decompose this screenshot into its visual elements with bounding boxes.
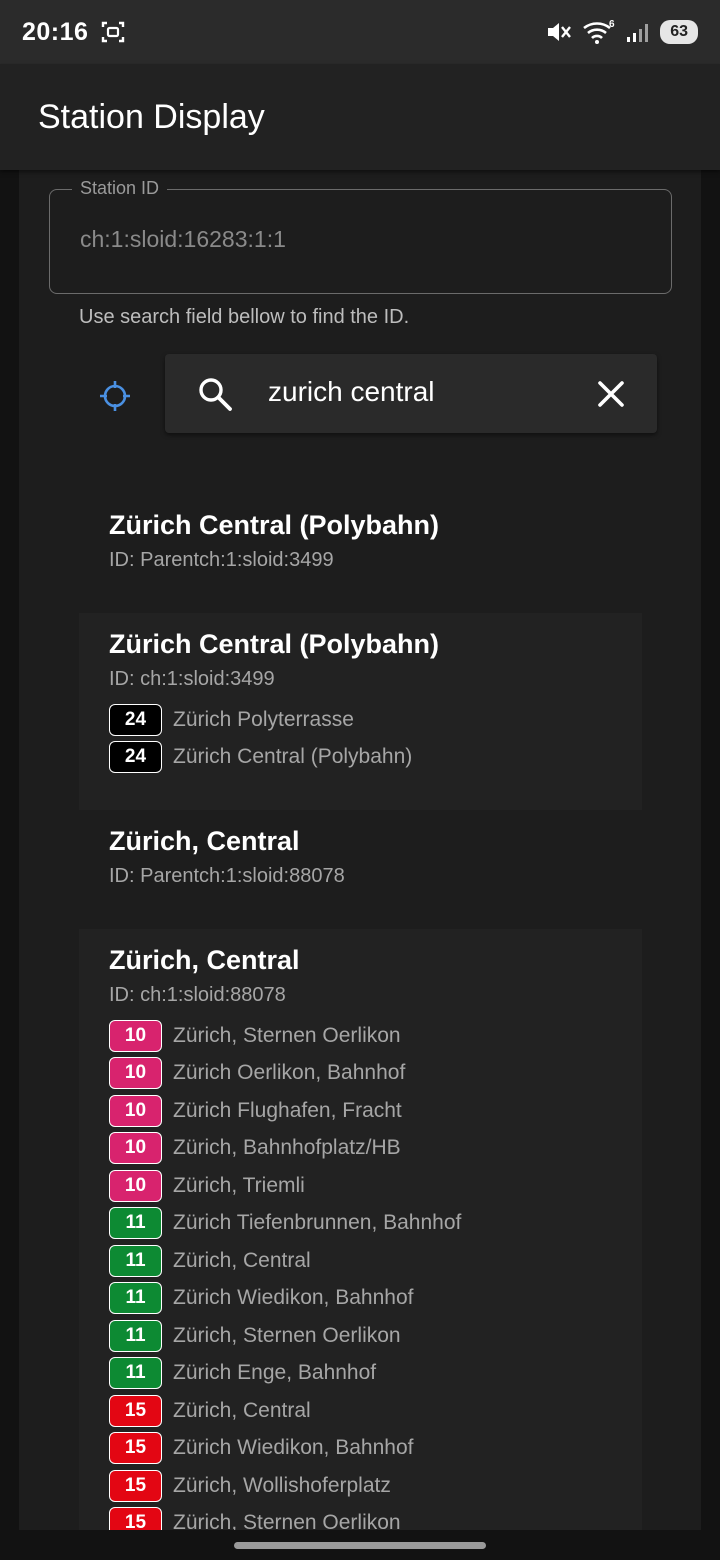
stop-name: Zürich Wiedikon, Bahnhof (173, 1286, 414, 1310)
navigation-bar (0, 1530, 720, 1560)
stop-name: Zürich Flughafen, Fracht (173, 1098, 402, 1122)
result-title: Zürich, Central (109, 826, 300, 856)
stop-name: Zürich, Sternen Oerlikon (173, 1023, 401, 1047)
station-id-label: Station ID (72, 178, 168, 199)
line-badge: 11 (109, 1319, 162, 1352)
stop-name: Zürich Polyterrasse (173, 707, 354, 731)
close-icon[interactable] (595, 378, 627, 410)
line-row: 11 Zürich Tiefenbrunnen, Bahnhof (109, 1205, 642, 1243)
result-title: Zürich, Central (109, 945, 300, 975)
stop-name: Zürich Oerlikon, Bahnhof (173, 1061, 406, 1085)
line-badge: 10 (109, 1019, 162, 1052)
line-row: 15 Zürich Wiedikon, Bahnhof (109, 1430, 642, 1468)
line-badge: 15 (109, 1394, 162, 1427)
line-row: 11 Zürich, Central (109, 1242, 642, 1280)
home-handle[interactable] (234, 1542, 486, 1549)
line-badge: 11 (109, 1282, 162, 1315)
screenshot-icon (102, 21, 125, 43)
signal-icon (627, 24, 649, 42)
result-id: ID: Parentch:1:sloid:88078 (109, 865, 345, 887)
line-row: 10 Zürich Oerlikon, Bahnhof (109, 1055, 642, 1093)
search-bar[interactable]: zurich central (165, 354, 657, 433)
main-content: Station ID ch:1:sloid:16283:1:1 Use sear… (19, 170, 701, 1530)
result-item[interactable]: Zürich Central (Polybahn) ID: Parentch:1… (79, 510, 642, 572)
line-row: 10 Zürich Flughafen, Fracht (109, 1092, 642, 1130)
locate-button[interactable] (95, 376, 135, 416)
line-row: 10 Zürich, Triemli (109, 1167, 642, 1205)
mute-icon (548, 23, 572, 41)
station-id-value[interactable]: ch:1:sloid:16283:1:1 (80, 226, 286, 253)
stop-name: Zürich, Sternen Oerlikon (173, 1323, 401, 1347)
line-row: 24 Zürich Polyterrasse (109, 701, 642, 739)
result-title: Zürich Central (Polybahn) (109, 510, 440, 540)
line-badge: 11 (109, 1244, 162, 1277)
line-row: 10 Zürich, Bahnhofplatz/HB (109, 1130, 642, 1168)
stop-name: Zürich, Central (173, 1248, 311, 1272)
stop-name: Zürich, Bahnhofplatz/HB (173, 1136, 401, 1160)
result-id: ID: ch:1:sloid:88078 (109, 984, 286, 1006)
app-bar: Station Display (0, 64, 720, 170)
line-badge: 15 (109, 1507, 162, 1530)
stop-name: Zürich Wiedikon, Bahnhof (173, 1436, 414, 1460)
search-icon (199, 378, 232, 411)
locate-icon (100, 381, 130, 411)
wifi-icon: 6 (583, 19, 615, 44)
line-badge: 11 (109, 1207, 162, 1240)
line-badge: 11 (109, 1357, 162, 1390)
svg-text:6: 6 (609, 19, 615, 30)
line-row: 15 Zürich, Central (109, 1392, 642, 1430)
search-input[interactable]: zurich central (268, 376, 435, 408)
line-badge: 10 (109, 1057, 162, 1090)
stop-name: Zürich, Sternen Oerlikon (173, 1511, 401, 1530)
result-id: ID: ch:1:sloid:3499 (109, 668, 275, 690)
line-badge: 10 (109, 1094, 162, 1127)
stop-name: Zürich Central (Polybahn) (173, 745, 413, 769)
result-id: ID: Parentch:1:sloid:3499 (109, 549, 334, 571)
line-row: 11 Zürich Wiedikon, Bahnhof (109, 1280, 642, 1318)
line-list: 24 Zürich Polyterrasse 24 Zürich Central… (109, 701, 642, 776)
line-badge: 15 (109, 1432, 162, 1465)
line-badge: 10 (109, 1169, 162, 1202)
line-row: 11 Zürich, Sternen Oerlikon (109, 1317, 642, 1355)
line-row: 24 Zürich Central (Polybahn) (109, 739, 642, 777)
page-title: Station Display (38, 97, 265, 136)
line-row: 11 Zürich Enge, Bahnhof (109, 1355, 642, 1393)
status-bar: 20:16 6 63 (0, 0, 720, 64)
result-item-expanded[interactable]: Zürich Central (Polybahn) ID: ch:1:sloid… (79, 613, 642, 810)
station-id-field[interactable]: Station ID ch:1:sloid:16283:1:1 (49, 178, 672, 294)
status-time: 20:16 (22, 17, 89, 46)
stop-name: Zürich, Central (173, 1398, 311, 1422)
line-list: 10 Zürich, Sternen Oerlikon 10 Zürich Oerl… (109, 1017, 642, 1530)
line-badge: 15 (109, 1469, 162, 1502)
line-badge: 24 (109, 741, 162, 774)
line-row: 10 Zürich, Sternen Oerlikon (109, 1017, 642, 1055)
helper-text: Use search field bellow to find the ID. (79, 306, 410, 328)
result-item[interactable]: Zürich, Central ID: Parentch:1:sloid:880… (79, 826, 642, 888)
stop-name: Zürich Enge, Bahnhof (173, 1361, 377, 1385)
stop-name: Zürich, Wollishoferplatz (173, 1473, 391, 1497)
line-badge: 10 (109, 1132, 162, 1165)
stop-name: Zürich Tiefenbrunnen, Bahnhof (173, 1211, 462, 1235)
result-title: Zürich Central (Polybahn) (109, 629, 440, 659)
line-badge: 24 (109, 703, 162, 736)
result-item-expanded[interactable]: Zürich, Central ID: ch:1:sloid:88078 10 Z… (79, 929, 642, 1530)
line-row: 15 Zürich, Sternen Oerlikon (109, 1505, 642, 1530)
line-row: 15 Zürich, Wollishoferplatz (109, 1467, 642, 1505)
battery-icon: 63 (660, 20, 698, 44)
stop-name: Zürich, Triemli (173, 1173, 305, 1197)
